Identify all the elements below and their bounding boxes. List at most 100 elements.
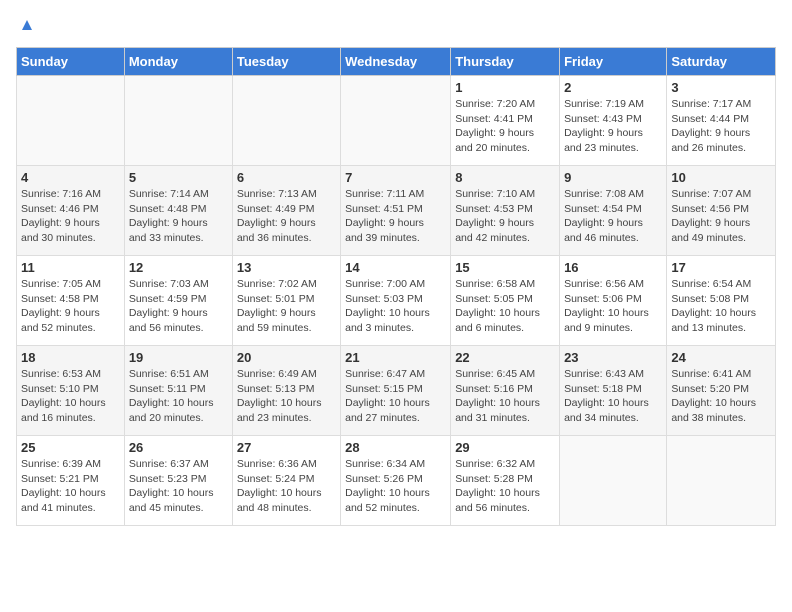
- day-number: 13: [237, 260, 336, 275]
- day-info: Sunrise: 6:34 AM Sunset: 5:26 PM Dayligh…: [345, 457, 446, 516]
- day-info: Sunrise: 6:45 AM Sunset: 5:16 PM Dayligh…: [455, 367, 555, 426]
- day-number: 22: [455, 350, 555, 365]
- day-number: 29: [455, 440, 555, 455]
- day-info: Sunrise: 7:20 AM Sunset: 4:41 PM Dayligh…: [455, 97, 555, 156]
- day-number: 14: [345, 260, 446, 275]
- calendar-day-cell: 17Sunrise: 6:54 AM Sunset: 5:08 PM Dayli…: [667, 256, 776, 346]
- day-info: Sunrise: 7:14 AM Sunset: 4:48 PM Dayligh…: [129, 187, 228, 246]
- day-info: Sunrise: 6:41 AM Sunset: 5:20 PM Dayligh…: [671, 367, 771, 426]
- day-number: 21: [345, 350, 446, 365]
- day-number: 19: [129, 350, 228, 365]
- logo-icon: [18, 16, 36, 34]
- day-info: Sunrise: 7:13 AM Sunset: 4:49 PM Dayligh…: [237, 187, 336, 246]
- day-info: Sunrise: 6:47 AM Sunset: 5:15 PM Dayligh…: [345, 367, 446, 426]
- day-info: Sunrise: 7:16 AM Sunset: 4:46 PM Dayligh…: [21, 187, 120, 246]
- calendar-header-row: SundayMondayTuesdayWednesdayThursdayFrid…: [17, 48, 776, 76]
- calendar-week-row: 18Sunrise: 6:53 AM Sunset: 5:10 PM Dayli…: [17, 346, 776, 436]
- day-info: Sunrise: 6:36 AM Sunset: 5:24 PM Dayligh…: [237, 457, 336, 516]
- calendar-week-row: 11 Sunrise: 7:05 AM Sunset: 4:58 PM Dayli…: [17, 256, 776, 346]
- day-number: 12: [129, 260, 228, 275]
- calendar-day-cell: 12 Sunrise: 7:03 AM Sunset: 4:59 PM Dayli…: [124, 256, 232, 346]
- day-number: 1: [455, 80, 555, 95]
- day-info: Sunrise: 7:08 AM Sunset: 4:54 PM Dayligh…: [564, 187, 662, 246]
- day-number: 23: [564, 350, 662, 365]
- day-number: 26: [129, 440, 228, 455]
- calendar-day-cell: 21 Sunrise: 6:47 AM Sunset: 5:15 PM Dayli…: [341, 346, 451, 436]
- day-number: 9: [564, 170, 662, 185]
- calendar-day-cell: 16 Sunrise: 6:56 AM Sunset: 5:06 PM Dayli…: [560, 256, 667, 346]
- day-info: Sunrise: 6:54 AM Sunset: 5:08 PM Dayligh…: [671, 277, 771, 336]
- day-number: 28: [345, 440, 446, 455]
- calendar-day-cell: 20 Sunrise: 6:49 AM Sunset: 5:13 PM Dayli…: [232, 346, 340, 436]
- day-info: Sunrise: 7:03 AM Sunset: 4:59 PM Dayligh…: [129, 277, 228, 336]
- day-number: 15: [455, 260, 555, 275]
- day-info: Sunrise: 6:58 AM Sunset: 5:05 PM Dayligh…: [455, 277, 555, 336]
- day-info: Sunrise: 7:10 AM Sunset: 4:53 PM Dayligh…: [455, 187, 555, 246]
- day-number: 10: [671, 170, 771, 185]
- calendar-day-cell: 22 Sunrise: 6:45 AM Sunset: 5:16 PM Dayli…: [451, 346, 560, 436]
- day-info: Sunrise: 6:37 AM Sunset: 5:23 PM Dayligh…: [129, 457, 228, 516]
- calendar-day-cell: 13 Sunrise: 7:02 AM Sunset: 5:01 PM Dayli…: [232, 256, 340, 346]
- calendar-day-cell: 3Sunrise: 7:17 AM Sunset: 4:44 PM Daylig…: [667, 76, 776, 166]
- day-of-week-header: Monday: [124, 48, 232, 76]
- calendar-day-cell: 8 Sunrise: 7:10 AM Sunset: 4:53 PM Daylig…: [451, 166, 560, 256]
- calendar-day-cell: 27 Sunrise: 6:36 AM Sunset: 5:24 PM Dayli…: [232, 436, 340, 526]
- day-of-week-header: Sunday: [17, 48, 125, 76]
- day-of-week-header: Tuesday: [232, 48, 340, 76]
- calendar-week-row: 25 Sunrise: 6:39 AM Sunset: 5:21 PM Dayli…: [17, 436, 776, 526]
- calendar-day-cell: 7 Sunrise: 7:11 AM Sunset: 4:51 PM Daylig…: [341, 166, 451, 256]
- calendar-day-cell: 15 Sunrise: 6:58 AM Sunset: 5:05 PM Dayli…: [451, 256, 560, 346]
- calendar-day-cell: [560, 436, 667, 526]
- day-number: 24: [671, 350, 771, 365]
- calendar-day-cell: 11 Sunrise: 7:05 AM Sunset: 4:58 PM Dayli…: [17, 256, 125, 346]
- day-number: 8: [455, 170, 555, 185]
- calendar-day-cell: 2 Sunrise: 7:19 AM Sunset: 4:43 PM Daylig…: [560, 76, 667, 166]
- day-info: Sunrise: 6:32 AM Sunset: 5:28 PM Dayligh…: [455, 457, 555, 516]
- day-of-week-header: Saturday: [667, 48, 776, 76]
- day-info: Sunrise: 7:17 AM Sunset: 4:44 PM Dayligh…: [671, 97, 771, 156]
- day-number: 2: [564, 80, 662, 95]
- calendar-day-cell: 6 Sunrise: 7:13 AM Sunset: 4:49 PM Daylig…: [232, 166, 340, 256]
- day-of-week-header: Friday: [560, 48, 667, 76]
- day-number: 16: [564, 260, 662, 275]
- calendar-day-cell: 5 Sunrise: 7:14 AM Sunset: 4:48 PM Daylig…: [124, 166, 232, 256]
- calendar-day-cell: 26 Sunrise: 6:37 AM Sunset: 5:23 PM Dayli…: [124, 436, 232, 526]
- calendar-day-cell: 24 Sunrise: 6:41 AM Sunset: 5:20 PM Dayli…: [667, 346, 776, 436]
- day-info: Sunrise: 7:05 AM Sunset: 4:58 PM Dayligh…: [21, 277, 120, 336]
- calendar-day-cell: [124, 76, 232, 166]
- day-of-week-header: Wednesday: [341, 48, 451, 76]
- day-number: 7: [345, 170, 446, 185]
- day-of-week-header: Thursday: [451, 48, 560, 76]
- day-info: Sunrise: 7:07 AM Sunset: 4:56 PM Dayligh…: [671, 187, 771, 246]
- calendar-day-cell: 9 Sunrise: 7:08 AM Sunset: 4:54 PM Daylig…: [560, 166, 667, 256]
- calendar-day-cell: 25 Sunrise: 6:39 AM Sunset: 5:21 PM Dayli…: [17, 436, 125, 526]
- day-info: Sunrise: 6:56 AM Sunset: 5:06 PM Dayligh…: [564, 277, 662, 336]
- calendar-week-row: 4 Sunrise: 7:16 AM Sunset: 4:46 PM Daylig…: [17, 166, 776, 256]
- day-number: 27: [237, 440, 336, 455]
- day-number: 25: [21, 440, 120, 455]
- day-info: Sunrise: 6:51 AM Sunset: 5:11 PM Dayligh…: [129, 367, 228, 426]
- calendar-day-cell: [341, 76, 451, 166]
- calendar-day-cell: [667, 436, 776, 526]
- calendar-day-cell: 28 Sunrise: 6:34 AM Sunset: 5:26 PM Dayli…: [341, 436, 451, 526]
- calendar-day-cell: [232, 76, 340, 166]
- day-number: 5: [129, 170, 228, 185]
- logo: [16, 16, 36, 39]
- day-number: 4: [21, 170, 120, 185]
- calendar-day-cell: 18Sunrise: 6:53 AM Sunset: 5:10 PM Dayli…: [17, 346, 125, 436]
- day-info: Sunrise: 6:49 AM Sunset: 5:13 PM Dayligh…: [237, 367, 336, 426]
- day-info: Sunrise: 7:02 AM Sunset: 5:01 PM Dayligh…: [237, 277, 336, 336]
- day-number: 20: [237, 350, 336, 365]
- header: [16, 16, 776, 39]
- day-info: Sunrise: 6:39 AM Sunset: 5:21 PM Dayligh…: [21, 457, 120, 516]
- day-number: 11: [21, 260, 120, 275]
- day-info: Sunrise: 7:11 AM Sunset: 4:51 PM Dayligh…: [345, 187, 446, 246]
- calendar-day-cell: [17, 76, 125, 166]
- calendar-day-cell: 10 Sunrise: 7:07 AM Sunset: 4:56 PM Dayli…: [667, 166, 776, 256]
- day-info: Sunrise: 7:19 AM Sunset: 4:43 PM Dayligh…: [564, 97, 662, 156]
- calendar-table: SundayMondayTuesdayWednesdayThursdayFrid…: [16, 47, 776, 526]
- calendar-day-cell: 19 Sunrise: 6:51 AM Sunset: 5:11 PM Dayli…: [124, 346, 232, 436]
- day-info: Sunrise: 6:53 AM Sunset: 5:10 PM Dayligh…: [21, 367, 120, 426]
- calendar-day-cell: 23Sunrise: 6:43 AM Sunset: 5:18 PM Dayli…: [560, 346, 667, 436]
- day-number: 6: [237, 170, 336, 185]
